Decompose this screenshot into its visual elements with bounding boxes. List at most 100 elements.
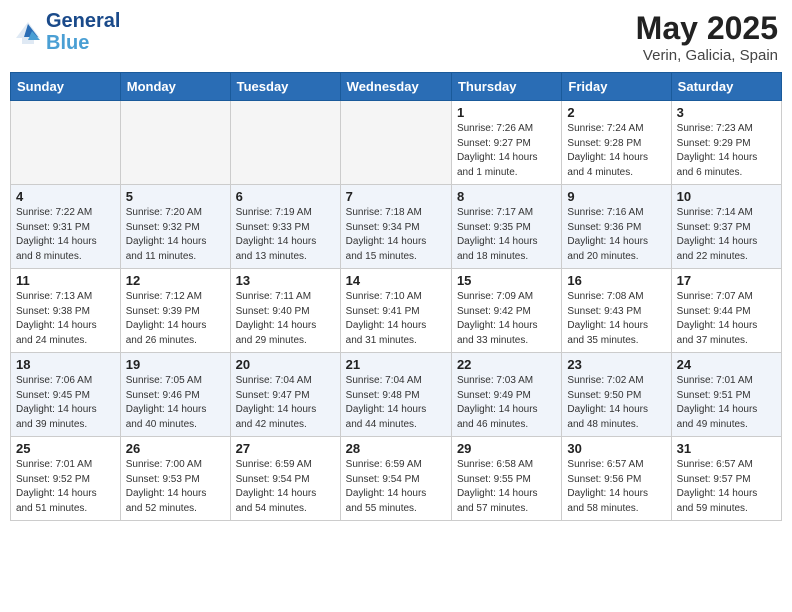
day-number: 23 [567,357,665,372]
day-info: Sunrise: 7:10 AM Sunset: 9:41 PM Dayligh… [346,290,446,348]
day-number: 4 [16,189,115,204]
calendar-cell: 4 Sunrise: 7:22 AM Sunset: 9:31 PM Daylig… [11,185,121,269]
calendar-cell: 24Sunrise: 7:01 AM Sunset: 9:51 PM Dayli… [671,353,781,437]
calendar-cell: 7 Sunrise: 7:18 AM Sunset: 9:34 PM Daylig… [340,185,451,269]
month-title: May 2025 [636,10,778,47]
calendar-cell: 12 Sunrise: 7:12 AM Sunset: 9:39 PM Dayli… [120,269,230,353]
day-number: 15 [457,273,556,288]
calendar-cell: 1 Sunrise: 7:26 AM Sunset: 9:27 PM Daylig… [451,101,561,185]
day-number: 31 [677,441,776,456]
calendar-cell: 19Sunrise: 7:05 AM Sunset: 9:46 PM Dayli… [120,353,230,437]
day-number: 25 [16,441,115,456]
calendar-cell: 25 Sunrise: 7:01 AM Sunset: 9:52 PM Dayli… [11,437,121,521]
day-number: 30 [567,441,665,456]
calendar-cell: 8 Sunrise: 7:17 AM Sunset: 9:35 PM Daylig… [451,185,561,269]
day-number: 22 [457,357,556,372]
logo-text: General Blue [46,10,120,54]
col-header-saturday: Saturday [671,73,781,101]
day-number: 27 [236,441,335,456]
calendar-cell: 2 Sunrise: 7:24 AM Sunset: 9:28 PM Daylig… [562,101,671,185]
day-number: 16 [567,273,665,288]
day-number: 10 [677,189,776,204]
calendar-cell [11,101,121,185]
calendar-week-row: 1 Sunrise: 7:26 AM Sunset: 9:27 PM Daylig… [11,101,782,185]
calendar-cell: 17Sunrise: 7:07 AM Sunset: 9:44 PM Dayli… [671,269,781,353]
calendar-cell: 30Sunrise: 6:57 AM Sunset: 9:56 PM Dayli… [562,437,671,521]
day-info: Sunrise: 6:59 AM Sunset: 9:54 PM Dayligh… [236,458,335,516]
day-info: Sunrise: 7:00 AM Sunset: 9:53 PM Dayligh… [126,458,225,516]
day-number: 21 [346,357,446,372]
day-number: 1 [457,105,556,120]
page-header: General Blue May 2025 Verin, Galicia, Sp… [10,10,782,64]
day-number: 26 [126,441,225,456]
day-info: Sunrise: 7:19 AM Sunset: 9:33 PM Dayligh… [236,206,335,264]
calendar-cell: 28 Sunrise: 6:59 AM Sunset: 9:54 PM Dayli… [340,437,451,521]
calendar-cell: 21 Sunrise: 7:04 AM Sunset: 9:48 PM Dayli… [340,353,451,437]
day-number: 11 [16,273,115,288]
col-header-thursday: Thursday [451,73,561,101]
calendar-cell: 6 Sunrise: 7:19 AM Sunset: 9:33 PM Daylig… [230,185,340,269]
day-number: 17 [677,273,776,288]
calendar-cell: 11Sunrise: 7:13 AM Sunset: 9:38 PM Dayli… [11,269,121,353]
day-number: 9 [567,189,665,204]
calendar-cell: 3Sunrise: 7:23 AM Sunset: 9:29 PM Daylig… [671,101,781,185]
calendar-cell: 16 Sunrise: 7:08 AM Sunset: 9:43 PM Dayli… [562,269,671,353]
day-info: Sunrise: 6:58 AM Sunset: 9:55 PM Dayligh… [457,458,556,516]
day-info: Sunrise: 7:11 AM Sunset: 9:40 PM Dayligh… [236,290,335,348]
day-number: 7 [346,189,446,204]
calendar-cell: 14 Sunrise: 7:10 AM Sunset: 9:41 PM Dayli… [340,269,451,353]
calendar-week-row: 11Sunrise: 7:13 AM Sunset: 9:38 PM Dayli… [11,269,782,353]
day-info: Sunrise: 7:18 AM Sunset: 9:34 PM Dayligh… [346,206,446,264]
calendar-cell: 22 Sunrise: 7:03 AM Sunset: 9:49 PM Dayli… [451,353,561,437]
day-info: Sunrise: 7:09 AM Sunset: 9:42 PM Dayligh… [457,290,556,348]
col-header-monday: Monday [120,73,230,101]
day-info: Sunrise: 6:59 AM Sunset: 9:54 PM Dayligh… [346,458,446,516]
calendar-cell: 9 Sunrise: 7:16 AM Sunset: 9:36 PM Daylig… [562,185,671,269]
calendar-header-row: SundayMondayTuesdayWednesdayThursdayFrid… [11,73,782,101]
day-number: 13 [236,273,335,288]
day-number: 20 [236,357,335,372]
calendar-cell: 26 Sunrise: 7:00 AM Sunset: 9:53 PM Dayli… [120,437,230,521]
day-info: Sunrise: 7:17 AM Sunset: 9:35 PM Dayligh… [457,206,556,264]
day-number: 2 [567,105,665,120]
day-info: Sunrise: 7:08 AM Sunset: 9:43 PM Dayligh… [567,290,665,348]
day-number: 6 [236,189,335,204]
calendar-cell: 23 Sunrise: 7:02 AM Sunset: 9:50 PM Dayli… [562,353,671,437]
day-info: Sunrise: 7:14 AM Sunset: 9:37 PM Dayligh… [677,206,776,264]
day-info: Sunrise: 7:12 AM Sunset: 9:39 PM Dayligh… [126,290,225,348]
col-header-wednesday: Wednesday [340,73,451,101]
day-info: Sunrise: 7:01 AM Sunset: 9:51 PM Dayligh… [677,374,776,432]
day-number: 12 [126,273,225,288]
calendar-cell: 15 Sunrise: 7:09 AM Sunset: 9:42 PM Dayli… [451,269,561,353]
calendar-cell: 29 Sunrise: 6:58 AM Sunset: 9:55 PM Dayli… [451,437,561,521]
day-number: 28 [346,441,446,456]
day-info: Sunrise: 7:22 AM Sunset: 9:31 PM Dayligh… [16,206,115,264]
day-info: Sunrise: 7:04 AM Sunset: 9:47 PM Dayligh… [236,374,335,432]
title-block: May 2025 Verin, Galicia, Spain [636,10,778,64]
logo-icon [14,18,42,46]
day-info: Sunrise: 7:04 AM Sunset: 9:48 PM Dayligh… [346,374,446,432]
day-info: Sunrise: 7:23 AM Sunset: 9:29 PM Dayligh… [677,122,776,180]
calendar-week-row: 4 Sunrise: 7:22 AM Sunset: 9:31 PM Daylig… [11,185,782,269]
day-info: Sunrise: 7:24 AM Sunset: 9:28 PM Dayligh… [567,122,665,180]
calendar-week-row: 25 Sunrise: 7:01 AM Sunset: 9:52 PM Dayli… [11,437,782,521]
day-info: Sunrise: 7:20 AM Sunset: 9:32 PM Dayligh… [126,206,225,264]
calendar-cell: 31Sunrise: 6:57 AM Sunset: 9:57 PM Dayli… [671,437,781,521]
day-info: Sunrise: 7:03 AM Sunset: 9:49 PM Dayligh… [457,374,556,432]
calendar-cell [340,101,451,185]
day-info: Sunrise: 7:02 AM Sunset: 9:50 PM Dayligh… [567,374,665,432]
day-number: 5 [126,189,225,204]
calendar-cell: 18Sunrise: 7:06 AM Sunset: 9:45 PM Dayli… [11,353,121,437]
calendar-week-row: 18Sunrise: 7:06 AM Sunset: 9:45 PM Dayli… [11,353,782,437]
calendar-table: SundayMondayTuesdayWednesdayThursdayFrid… [10,72,782,521]
day-number: 14 [346,273,446,288]
day-number: 8 [457,189,556,204]
day-info: Sunrise: 7:16 AM Sunset: 9:36 PM Dayligh… [567,206,665,264]
day-number: 29 [457,441,556,456]
col-header-tuesday: Tuesday [230,73,340,101]
day-info: Sunrise: 7:01 AM Sunset: 9:52 PM Dayligh… [16,458,115,516]
logo: General Blue [14,10,120,54]
day-info: Sunrise: 7:26 AM Sunset: 9:27 PM Dayligh… [457,122,556,180]
calendar-cell: 10 Sunrise: 7:14 AM Sunset: 9:37 PM Dayli… [671,185,781,269]
calendar-cell: 5 Sunrise: 7:20 AM Sunset: 9:32 PM Daylig… [120,185,230,269]
